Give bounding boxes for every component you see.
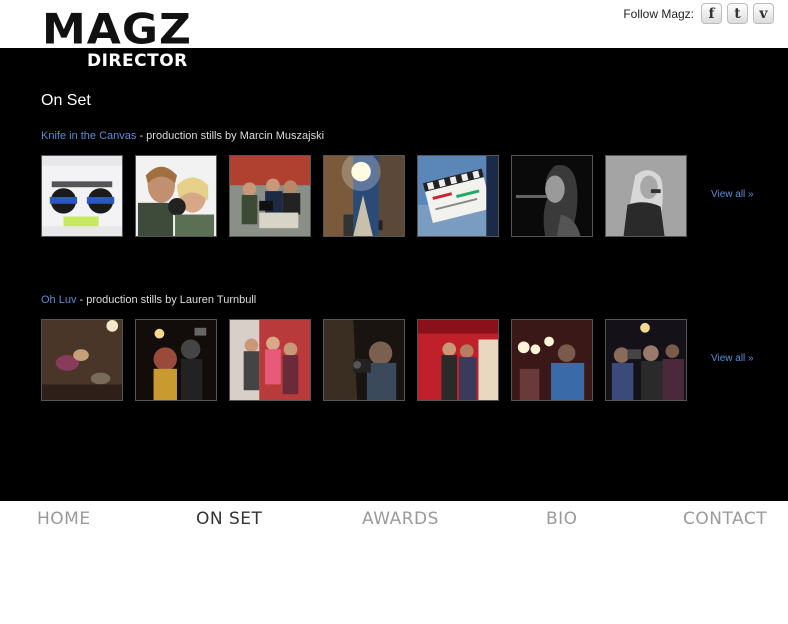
thumbnail[interactable]: [605, 319, 687, 401]
nav-contact[interactable]: CONTACT: [683, 509, 767, 529]
thumbnail-row: [41, 319, 701, 403]
thumbnail[interactable]: [229, 319, 311, 401]
thumbnail[interactable]: [417, 319, 499, 401]
thumbnail[interactable]: [135, 319, 217, 401]
site-logo[interactable]: MAGZ DIRECTOR: [42, 8, 192, 72]
thumbnail[interactable]: [511, 155, 593, 237]
facebook-icon[interactable]: f: [701, 3, 722, 24]
gallery-title-link[interactable]: Oh Luv: [41, 294, 76, 306]
social-follow: Follow Magz: f t v: [623, 3, 774, 24]
gallery-credit: - production stills by Lauren Turnbull: [76, 294, 257, 306]
logo-wordmark: MAGZ: [42, 5, 192, 54]
site-header: MAGZ DIRECTOR Follow Magz: f t v: [0, 0, 788, 70]
nav-bio[interactable]: BIO: [546, 509, 578, 529]
nav-home[interactable]: HOME: [37, 509, 91, 529]
thumbnail[interactable]: [323, 155, 405, 237]
thumbnail-row: [41, 155, 701, 239]
thumbnail[interactable]: [41, 319, 123, 401]
view-all-link[interactable]: View all »: [711, 189, 754, 200]
thumbnail[interactable]: [41, 155, 123, 237]
nav-on-set[interactable]: ON SET: [196, 509, 262, 529]
thumbnail[interactable]: [511, 319, 593, 401]
view-all-link[interactable]: View all »: [711, 353, 754, 364]
thumbnail[interactable]: [323, 319, 405, 401]
thumbnail[interactable]: [135, 155, 217, 237]
main-content: On Set Knife in the Canvas - production …: [0, 48, 788, 501]
gallery-title-link[interactable]: Knife in the Canvas: [41, 130, 136, 142]
thumbnail[interactable]: [229, 155, 311, 237]
logo-subtitle: DIRECTOR: [87, 51, 188, 71]
thumbnail[interactable]: [417, 155, 499, 237]
gallery-header: Knife in the Canvas - production stills …: [41, 130, 324, 142]
page-title: On Set: [41, 92, 91, 109]
vimeo-icon[interactable]: v: [753, 3, 774, 24]
follow-label: Follow Magz:: [623, 6, 694, 21]
gallery-header: Oh Luv - production stills by Lauren Tur…: [41, 294, 256, 306]
gallery-credit: - production stills by Marcin Muszajski: [136, 130, 325, 142]
thumbnail[interactable]: [605, 155, 687, 237]
twitter-icon[interactable]: t: [727, 3, 748, 24]
nav-awards[interactable]: AWARDS: [362, 509, 439, 529]
main-nav: HOME ON SET AWARDS BIO CONTACT: [0, 501, 788, 541]
